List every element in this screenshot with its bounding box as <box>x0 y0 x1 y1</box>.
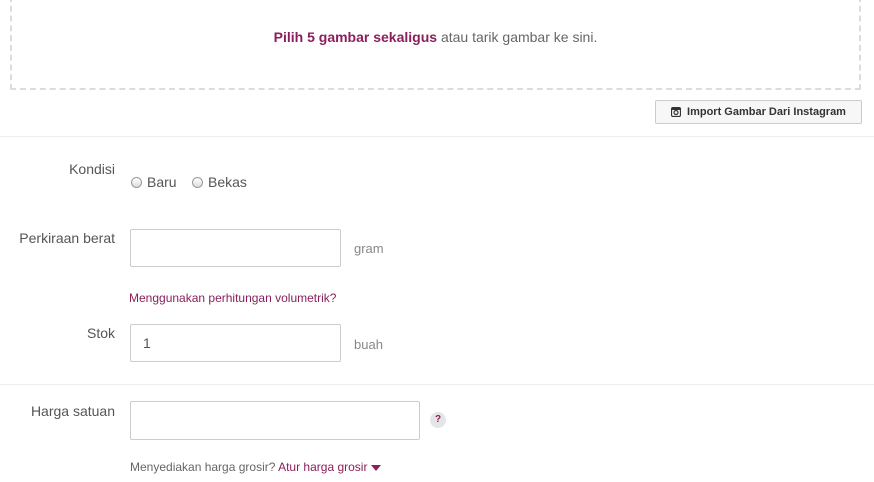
condition-radio-new[interactable]: Baru <box>131 174 177 190</box>
price-help-icon[interactable]: ? <box>430 412 446 428</box>
divider <box>0 384 874 385</box>
stock-input[interactable]: 1 <box>130 324 341 362</box>
wholesale-question: Menyediakan harga grosir? <box>130 460 276 474</box>
divider <box>0 136 874 137</box>
weight-input[interactable] <box>130 229 341 267</box>
price-input[interactable] <box>130 401 420 440</box>
stock-label: Stok <box>86 325 115 341</box>
wholesale-link[interactable]: Atur harga grosir <box>278 460 382 474</box>
weight-unit: gram <box>354 241 384 256</box>
caret-down-icon <box>371 464 382 471</box>
price-label: Harga satuan <box>30 403 115 419</box>
condition-label: Kondisi <box>69 161 115 177</box>
import-instagram-button[interactable]: Import Gambar Dari Instagram <box>655 100 862 124</box>
instagram-icon <box>671 107 682 117</box>
import-instagram-label: Import Gambar Dari Instagram <box>687 106 846 118</box>
wholesale-row: Menyediakan harga grosir? Atur harga gro… <box>130 460 382 474</box>
radio-icon <box>131 176 142 188</box>
pick-images-link[interactable]: Pilih 5 gambar sekaligus <box>274 29 437 45</box>
volumetric-link[interactable]: Menggunakan perhitungan volumetrik? <box>129 291 336 305</box>
stock-unit: buah <box>354 337 383 352</box>
radio-new-label: Baru <box>147 174 177 190</box>
condition-radio-used[interactable]: Bekas <box>192 174 247 190</box>
radio-used-label: Bekas <box>208 174 247 190</box>
radio-icon <box>192 176 203 188</box>
weight-label: Perkiraan berat <box>19 230 115 246</box>
drag-hint: atau tarik gambar ke sini. <box>440 29 598 45</box>
dropzone-text: Pilih 5 gambar sekaligus atau tarik gamb… <box>12 29 859 45</box>
wholesale-link-label: Atur harga grosir <box>278 460 368 474</box>
image-dropzone[interactable]: Pilih 5 gambar sekaligus atau tarik gamb… <box>10 0 861 90</box>
